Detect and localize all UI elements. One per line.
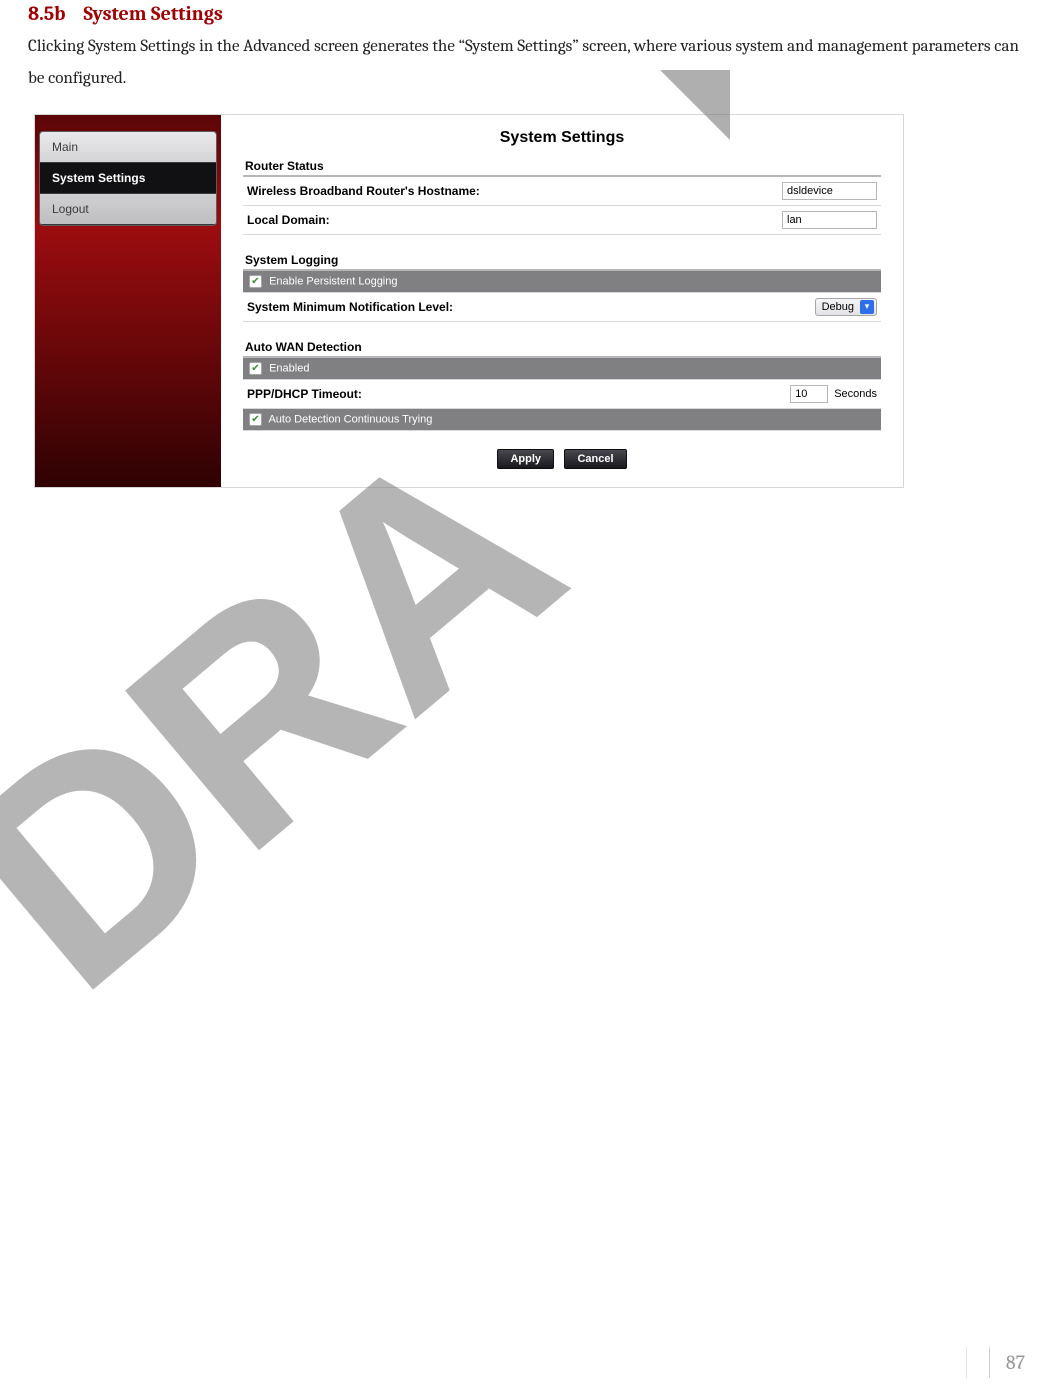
select-value: Debug (822, 301, 854, 313)
local-domain-input[interactable] (782, 211, 877, 229)
timeout-label: PPP/DHCP Timeout: (247, 387, 362, 401)
action-bar: Apply Cancel (243, 449, 881, 469)
group-router-status: Router Status (243, 155, 881, 177)
panel-title: System Settings (243, 129, 881, 147)
sidebar-item-system-settings[interactable]: System Settings (40, 163, 216, 194)
sidebar-item-label: Main (52, 140, 78, 154)
sidebar-item-logout[interactable]: Logout (40, 194, 216, 225)
page-number: 87 (989, 1347, 1027, 1378)
timeout-input[interactable] (790, 385, 828, 403)
autowan-enabled-checkbox[interactable]: ✔ (249, 362, 262, 375)
group-system-logging: System Logging (243, 249, 881, 271)
chevron-down-icon: ▾ (860, 300, 874, 314)
section-title: System Settings (83, 2, 222, 25)
autowan-enabled-row: ✔ Enabled (243, 358, 881, 380)
sidebar: Main System Settings Logout (35, 115, 221, 487)
section-heading: 8.5b System Settings (28, 0, 1021, 25)
settings-panel: System Settings Router Status Wireless B… (221, 115, 903, 487)
continuous-trying-label: Auto Detection Continuous Trying (268, 413, 432, 425)
notification-level-select[interactable]: Debug ▾ (815, 298, 877, 316)
persistent-logging-row: ✔ Enable Persistent Logging (243, 271, 881, 293)
continuous-trying-checkbox[interactable]: ✔ (249, 413, 262, 426)
autowan-enabled-label: Enabled (269, 362, 309, 374)
persistent-logging-label: Enable Persistent Logging (269, 275, 397, 287)
body-paragraph: Clicking System Settings in the Advanced… (28, 31, 1021, 96)
sidebar-item-label: System Settings (52, 171, 145, 185)
sidebar-item-label: Logout (52, 202, 89, 216)
notification-level-label: System Minimum Notification Level: (247, 300, 453, 314)
apply-button[interactable]: Apply (497, 449, 554, 469)
local-domain-label: Local Domain: (247, 213, 330, 227)
continuous-trying-row: ✔ Auto Detection Continuous Trying (243, 409, 881, 431)
cancel-button[interactable]: Cancel (564, 449, 626, 469)
group-auto-wan: Auto WAN Detection (243, 336, 881, 358)
sidebar-item-main[interactable]: Main (40, 132, 216, 163)
section-number: 8.5b (28, 2, 65, 25)
screenshot-frame: Main System Settings Logout System Setti… (34, 114, 904, 488)
hostname-label: Wireless Broadband Router's Hostname: (247, 184, 480, 198)
persistent-logging-checkbox[interactable]: ✔ (249, 275, 262, 288)
hostname-input[interactable] (782, 182, 877, 200)
timeout-unit: Seconds (834, 388, 877, 400)
